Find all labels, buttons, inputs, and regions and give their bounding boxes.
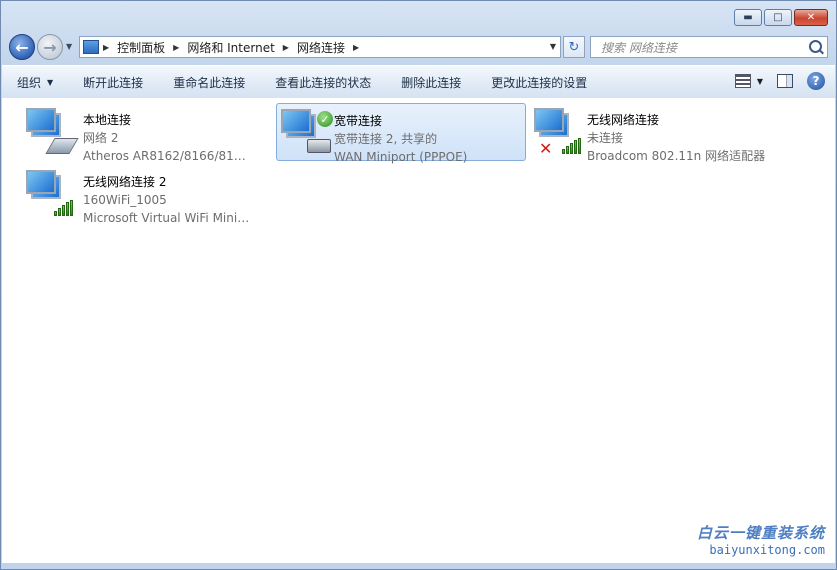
breadcrumb-network-internet[interactable]: 网络和 Internet bbox=[187, 39, 274, 56]
check-icon: ✓ bbox=[317, 111, 333, 127]
refresh-button[interactable]: ↻ bbox=[563, 36, 585, 58]
address-bar[interactable]: ▶ 控制面板 ▶ 网络和 Internet ▶ 网络连接 ▶ ▼ bbox=[79, 36, 561, 58]
wireless-network-icon bbox=[26, 170, 73, 216]
disconnected-x-icon: ✕ bbox=[539, 139, 553, 158]
preview-pane-icon[interactable] bbox=[777, 74, 793, 88]
views-icon bbox=[734, 74, 751, 88]
explorer-window: ▬ □ ✕ ← → ▼ ▶ 控制面板 ▶ 网络和 Internet ▶ 网络连接… bbox=[0, 0, 837, 570]
organize-label: 组织 bbox=[17, 75, 42, 90]
help-icon[interactable]: ? bbox=[807, 72, 825, 90]
wireless-network-icon: ✕ bbox=[534, 108, 581, 157]
breadcrumb-chevron-icon[interactable]: ▶ bbox=[283, 43, 289, 52]
address-history-chevron-icon[interactable]: ▼ bbox=[550, 42, 556, 51]
watermark-title: 白云一键重装系统 bbox=[696, 524, 825, 542]
connection-name: 宽带连接 bbox=[334, 114, 383, 128]
disconnect-button[interactable]: 断开此连接 bbox=[68, 66, 158, 98]
control-panel-icon bbox=[83, 40, 99, 54]
breadcrumb-chevron-icon[interactable]: ▶ bbox=[173, 43, 179, 52]
address-row: ← → ▼ ▶ 控制面板 ▶ 网络和 Internet ▶ 网络连接 ▶ ▼ ↻ bbox=[9, 34, 828, 60]
breadcrumb-chevron-icon[interactable]: ▶ bbox=[103, 43, 109, 52]
forward-button[interactable]: → bbox=[37, 34, 63, 60]
watermark-url: baiyunxitong.com bbox=[709, 543, 825, 557]
maximize-button[interactable]: □ bbox=[764, 9, 792, 26]
search-icon[interactable] bbox=[809, 40, 822, 53]
minimize-button[interactable]: ▬ bbox=[734, 9, 762, 26]
views-button[interactable]: ▼ bbox=[734, 74, 763, 88]
connection-item-wireless[interactable]: ✕ 无线网络连接 未连接 Broadcom 802.11n 网络适配器 bbox=[530, 103, 810, 163]
connection-item-broadband[interactable]: ✓ 宽带连接 宽带连接 2, 共享的 WAN Miniport (PPPOE) bbox=[276, 103, 526, 164]
search-input[interactable] bbox=[599, 39, 803, 57]
back-button[interactable]: ← bbox=[9, 34, 35, 60]
organize-menu[interactable]: 组织 ▼ bbox=[2, 66, 68, 98]
connection-status: 宽带连接 2, 共享的 bbox=[334, 132, 438, 146]
broadband-network-icon: ✓ bbox=[281, 109, 333, 153]
breadcrumb-chevron-icon[interactable]: ▶ bbox=[353, 43, 359, 52]
breadcrumb-network-connections[interactable]: 网络连接 bbox=[297, 39, 345, 56]
connection-item-wireless-2[interactable]: 无线网络连接 2 160WiFi_1005 Microsoft Virtual … bbox=[6, 165, 256, 225]
command-bar: 组织 ▼ 断开此连接 重命名此连接 查看此连接的状态 删除此连接 更改此连接的设置… bbox=[2, 65, 835, 99]
connections-list: 本地连接 网络 2 Atheros AR8162/8166/8168 PC...… bbox=[2, 98, 835, 563]
connection-name: 无线网络连接 2 bbox=[83, 175, 167, 189]
chevron-down-icon: ▼ bbox=[47, 77, 54, 87]
breadcrumb-control-panel[interactable]: 控制面板 bbox=[117, 39, 165, 56]
caption-buttons: ▬ □ ✕ bbox=[734, 9, 828, 26]
wired-network-icon bbox=[26, 108, 79, 154]
view-status-button[interactable]: 查看此连接的状态 bbox=[260, 66, 386, 98]
connection-device: WAN Miniport (PPPOE) bbox=[334, 150, 468, 164]
recent-pages-chevron-icon[interactable]: ▼ bbox=[66, 42, 72, 51]
connection-device: Broadcom 802.11n 网络适配器 bbox=[587, 149, 766, 163]
connection-status: 160WiFi_1005 bbox=[83, 193, 167, 207]
connection-name: 本地连接 bbox=[83, 113, 132, 127]
connection-item-local[interactable]: 本地连接 网络 2 Atheros AR8162/8166/8168 PC... bbox=[6, 103, 256, 163]
toolbar-right: ▼ ? bbox=[734, 72, 825, 90]
change-settings-button[interactable]: 更改此连接的设置 bbox=[476, 66, 602, 98]
connection-status: 未连接 bbox=[587, 131, 624, 145]
connection-device: Atheros AR8162/8166/8168 PC... bbox=[83, 149, 253, 163]
connection-name: 无线网络连接 bbox=[587, 113, 660, 127]
connection-device: Microsoft Virtual WiFi Minipor... bbox=[83, 211, 253, 225]
chevron-down-icon: ▼ bbox=[756, 76, 763, 86]
delete-button[interactable]: 删除此连接 bbox=[386, 66, 476, 98]
close-button[interactable]: ✕ bbox=[794, 9, 828, 26]
search-box[interactable] bbox=[590, 36, 828, 58]
site-watermark: 白云一键重装系统 baiyunxitong.com bbox=[697, 522, 825, 557]
connection-status: 网络 2 bbox=[83, 131, 119, 145]
rename-button[interactable]: 重命名此连接 bbox=[158, 66, 260, 98]
